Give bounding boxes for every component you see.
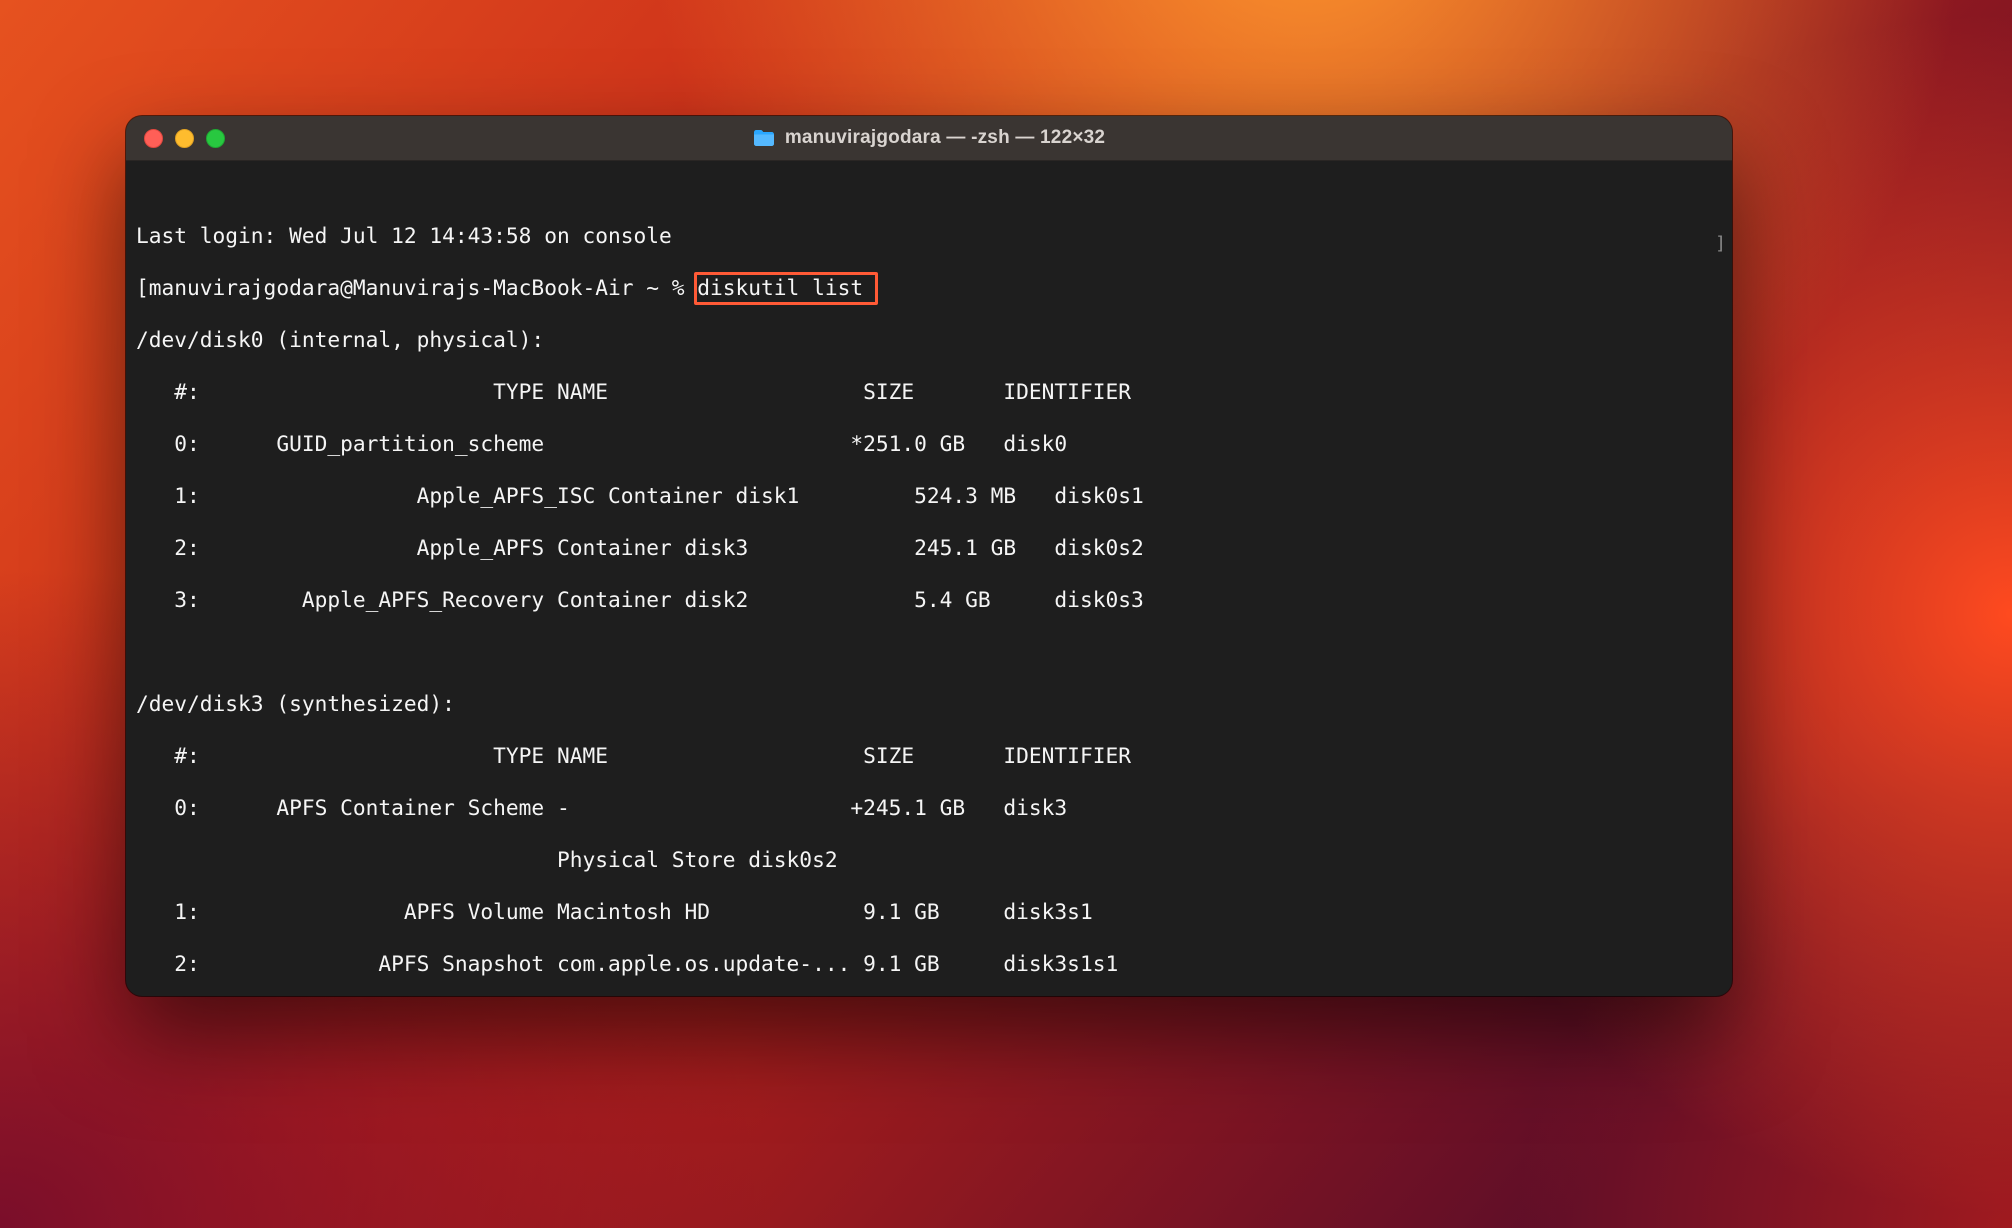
- prompt-line-1: [manuvirajgodara@Manuvirajs-MacBook-Air …: [136, 275, 1722, 301]
- last-login-line: Last login: Wed Jul 12 14:43:58 on conso…: [136, 223, 672, 248]
- terminal-content[interactable]: ] Last login: Wed Jul 12 14:43:58 on con…: [126, 161, 1732, 996]
- table-row: 1: Apple_APFS_ISC Container disk1 524.3 …: [136, 483, 1144, 508]
- close-button[interactable]: [144, 129, 163, 148]
- table-row: 3: Apple_APFS_Recovery Container disk2 5…: [136, 587, 1144, 612]
- window-controls: [126, 129, 225, 148]
- column-header: #: TYPE NAME SIZE IDENTIFIER: [136, 379, 1131, 404]
- minimize-button[interactable]: [175, 129, 194, 148]
- table-row: 0: APFS Container Scheme - +245.1 GB dis…: [136, 795, 1067, 820]
- window-titlebar[interactable]: manuvirajgodara — -zsh — 122×32: [126, 116, 1732, 161]
- table-row: Physical Store disk0s2: [136, 847, 838, 872]
- highlight-box-1: [694, 272, 878, 305]
- column-header: #: TYPE NAME SIZE IDENTIFIER: [136, 743, 1131, 768]
- table-row: 1: APFS Volume Macintosh HD 9.1 GB disk3…: [136, 899, 1093, 924]
- disk3-header: /dev/disk3 (synthesized):: [136, 691, 455, 716]
- terminal-window: manuvirajgodara — -zsh — 122×32 ] Last l…: [126, 116, 1732, 996]
- desktop-wallpaper: manuvirajgodara — -zsh — 122×32 ] Last l…: [0, 0, 2012, 1228]
- zoom-button[interactable]: [206, 129, 225, 148]
- table-row: 0: GUID_partition_scheme *251.0 GB disk0: [136, 431, 1067, 456]
- table-row: 2: Apple_APFS Container disk3 245.1 GB d…: [136, 535, 1144, 560]
- window-title: manuvirajgodara — -zsh — 122×32: [785, 127, 1105, 149]
- disk0-header: /dev/disk0 (internal, physical):: [136, 327, 544, 352]
- folder-icon: [753, 129, 775, 147]
- table-row: 2: APFS Snapshot com.apple.os.update-...…: [136, 951, 1118, 976]
